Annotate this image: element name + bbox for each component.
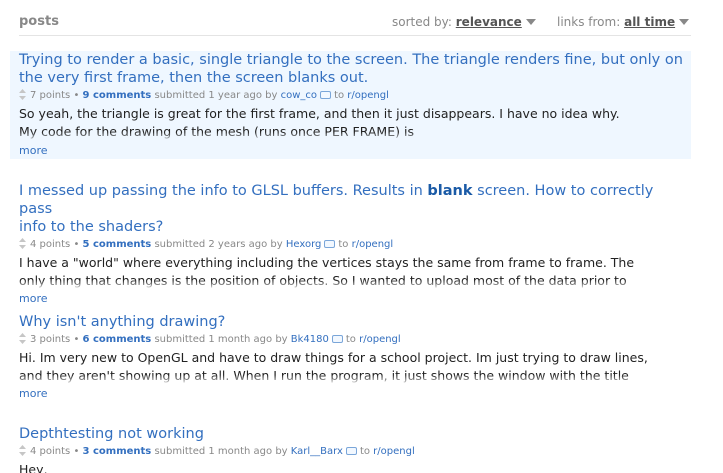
search-results-header: posts sorted by: relevance links from: a… (0, 0, 723, 40)
result-points: 4 points (30, 446, 71, 457)
search-result: Why isn't anything drawing? 3 points • 6… (10, 313, 691, 401)
author-link[interactable]: Karl__Barx (291, 446, 343, 457)
result-meta: 7 points • 9 comments submitted 1 year a… (19, 89, 691, 102)
result-points: 3 points (30, 334, 71, 345)
result-title[interactable]: I messed up passing the info to GLSL buf… (19, 182, 691, 236)
result-title[interactable]: Depthtesting not working (19, 425, 691, 443)
sort-label: sorted by: (392, 15, 452, 29)
result-snippet: Hi. Im very new to OpenGL and have to dr… (19, 349, 691, 385)
section-title: posts (19, 14, 59, 29)
result-meta: 4 points • 3 comments submitted 1 month … (19, 445, 691, 458)
result-title[interactable]: Trying to render a basic, single triangl… (19, 51, 691, 87)
comments-link[interactable]: 5 comments (83, 239, 152, 250)
caret-down-icon[interactable] (525, 19, 536, 25)
vote-arrows-icon (19, 238, 26, 249)
more-link[interactable]: more (19, 144, 691, 158)
comments-link[interactable]: 6 comments (83, 334, 152, 345)
subreddit-icon (345, 447, 357, 455)
subreddit-icon (331, 335, 343, 343)
time-filter-control[interactable]: links from: all time (557, 15, 690, 29)
subreddit-icon (320, 91, 332, 99)
result-title[interactable]: Why isn't anything drawing? (19, 313, 691, 331)
sort-control[interactable]: sorted by: relevance (392, 15, 536, 29)
author-link[interactable]: Bk4180 (291, 334, 329, 345)
result-snippet: I have a "world" where everything includ… (19, 254, 691, 290)
search-result: Depthtesting not working 4 points • 3 co… (10, 425, 691, 473)
result-snippet: So yeah, the triangle is great for the f… (19, 105, 691, 142)
comments-link[interactable]: 9 comments (83, 90, 152, 101)
vote-arrows-icon (19, 333, 26, 344)
subreddit-link[interactable]: r/opengl (359, 334, 401, 345)
result-points: 7 points (30, 90, 71, 101)
caret-down-icon[interactable] (679, 19, 690, 25)
author-link[interactable]: cow_co (281, 90, 317, 101)
author-link[interactable]: Hexorg (286, 239, 322, 250)
time-filter-label: links from: (557, 15, 621, 29)
subreddit-icon (324, 240, 336, 248)
subreddit-link[interactable]: r/opengl (352, 239, 394, 250)
vote-arrows-icon (19, 89, 26, 100)
result-points: 4 points (30, 239, 71, 250)
search-result: I messed up passing the info to GLSL buf… (10, 182, 691, 306)
search-result: Trying to render a basic, single triangl… (10, 51, 691, 159)
result-meta: 3 points • 6 comments submitted 1 month … (19, 333, 691, 346)
highlight-term: blank (427, 183, 473, 199)
sort-value[interactable]: relevance (456, 15, 522, 29)
more-link[interactable]: more (19, 387, 691, 401)
time-filter-value[interactable]: all time (624, 15, 675, 29)
vote-arrows-icon (19, 445, 26, 456)
more-link[interactable]: more (19, 292, 691, 306)
result-meta: 4 points • 5 comments submitted 2 years … (19, 238, 691, 251)
result-snippet: Hey, (19, 462, 48, 473)
subreddit-link[interactable]: r/opengl (373, 446, 415, 457)
header-divider (19, 35, 691, 36)
subreddit-link[interactable]: r/opengl (347, 90, 389, 101)
comments-link[interactable]: 3 comments (83, 446, 152, 457)
